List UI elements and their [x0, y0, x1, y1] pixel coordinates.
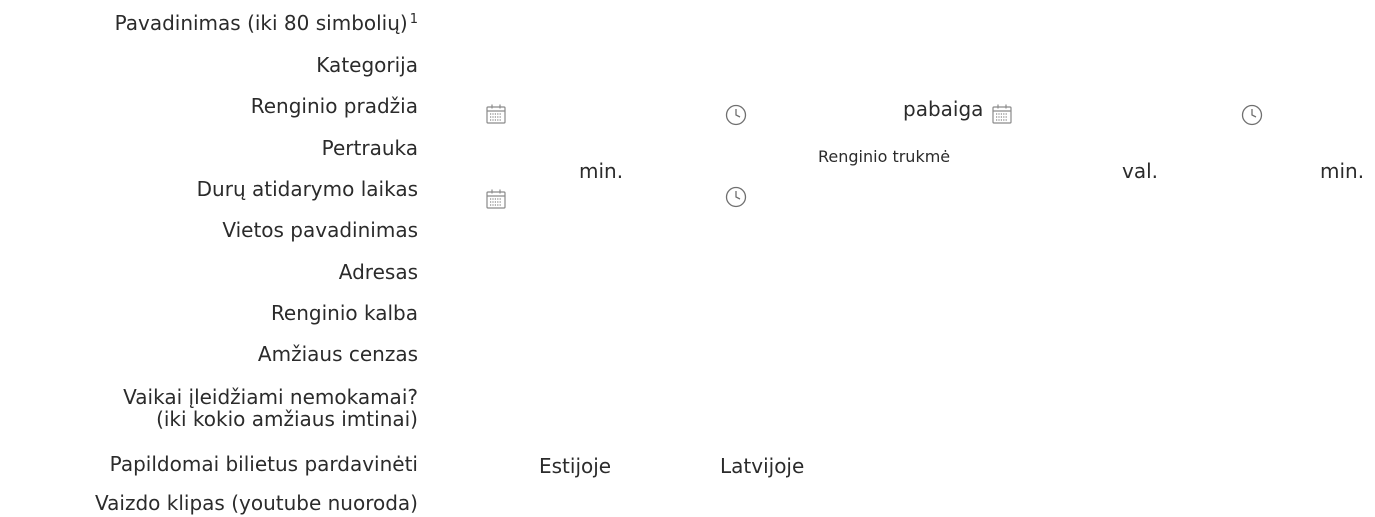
doors-time-field[interactable]: [520, 185, 700, 209]
duration-hours-field[interactable]: [1005, 160, 1115, 184]
calendar-icon[interactable]: [484, 187, 508, 211]
children-free-field[interactable]: [430, 395, 1330, 419]
address-field[interactable]: [430, 259, 1330, 283]
venue-name-field[interactable]: [430, 217, 1330, 241]
duration-minutes-unit: min.: [1320, 159, 1365, 183]
title-footnote-marker: 1: [409, 12, 418, 27]
start-time-field[interactable]: [520, 100, 700, 124]
extra-sales-label: Papildomai bilietus pardavinėti: [109, 452, 418, 476]
video-clip-field[interactable]: [430, 490, 1330, 514]
break-unit-label: min.: [579, 159, 624, 183]
clock-icon[interactable]: [724, 185, 748, 209]
venue-name-label: Vietos pavadinimas: [222, 218, 418, 242]
latvia-label: Latvijoje: [720, 454, 805, 478]
doors-date-field[interactable]: [430, 185, 480, 209]
children-free-label-line2: (iki kokio amžiaus imtinai): [156, 407, 418, 431]
children-free-label-line1: Vaikai įleidžiami nemokamai?: [123, 385, 418, 409]
break-label: Pertrauka: [321, 136, 418, 160]
event-start-label: Renginio pradžia: [250, 94, 418, 118]
children-free-label: Vaikai įleidžiami nemokamai? (iki kokio …: [123, 386, 418, 430]
duration-minutes-field[interactable]: [1175, 160, 1315, 184]
category-label: Kategorija: [316, 53, 418, 77]
break-minutes-field[interactable]: [430, 150, 570, 174]
event-language-label: Renginio kalba: [270, 301, 418, 325]
end-time-field[interactable]: [1020, 100, 1220, 124]
end-label: pabaiga: [903, 97, 984, 121]
age-rating-field[interactable]: [430, 341, 1330, 365]
duration-label: Renginio trukmė: [818, 147, 951, 166]
category-field[interactable]: [430, 52, 1330, 76]
calendar-icon[interactable]: [990, 102, 1014, 126]
age-rating-label: Amžiaus cenzas: [257, 342, 418, 366]
clock-icon[interactable]: [1240, 103, 1264, 127]
start-date-field[interactable]: [430, 100, 480, 124]
duration-hours-unit: val.: [1122, 159, 1159, 183]
address-label: Adresas: [338, 260, 418, 284]
event-language-field[interactable]: [430, 300, 1330, 324]
estonia-label: Estijoje: [539, 454, 612, 478]
estonia-checkbox[interactable]: [430, 451, 520, 475]
title-label: Pavadinimas (iki 80 simbolių) 1: [114, 11, 418, 35]
clock-icon[interactable]: [724, 103, 748, 127]
title-field[interactable]: [430, 10, 1330, 34]
doors-open-label: Durų atidarymo laikas: [196, 177, 418, 201]
latvia-checkbox[interactable]: [660, 451, 710, 475]
calendar-icon[interactable]: [484, 102, 508, 126]
video-clip-label: Vaizdo klipas (youtube nuoroda): [95, 491, 418, 515]
